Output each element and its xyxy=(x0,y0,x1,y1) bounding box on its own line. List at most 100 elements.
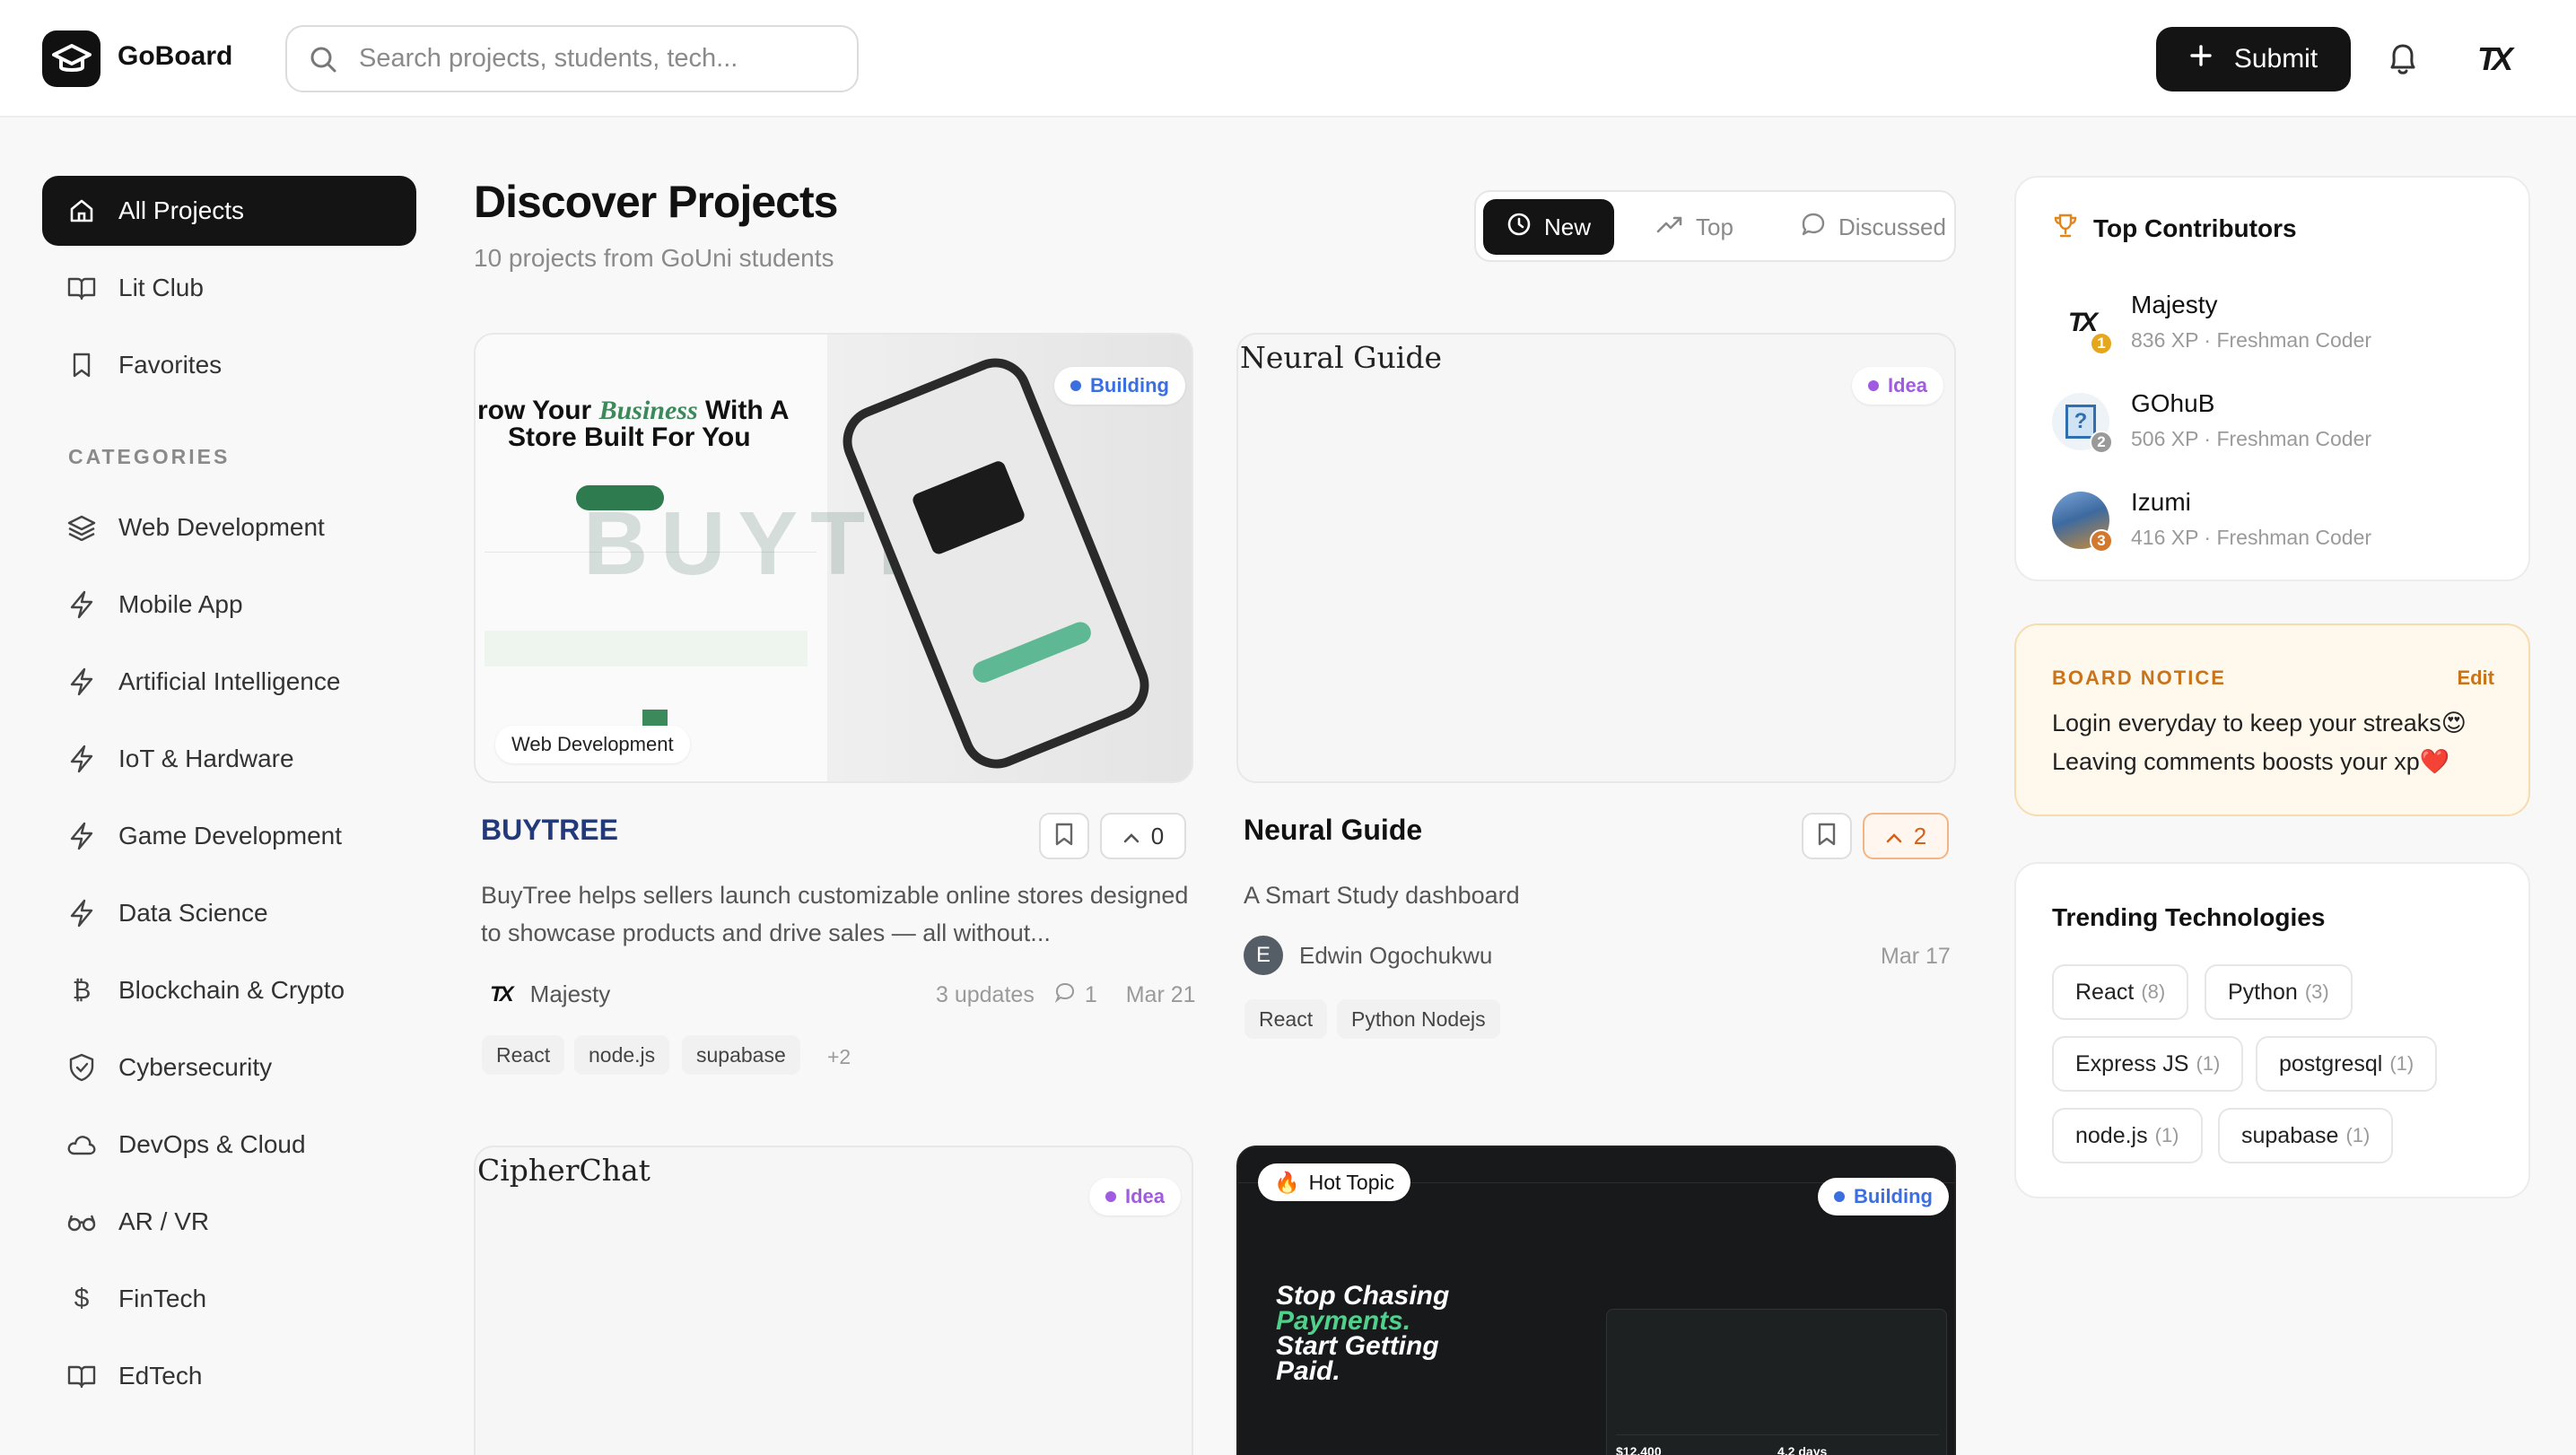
tab-top[interactable]: Top xyxy=(1633,199,1757,255)
preview-headline: row Your Business With A xyxy=(477,396,790,426)
notice-heading: BOARD NOTICE xyxy=(2052,667,2226,689)
submit-button[interactable]: Submit xyxy=(2156,27,2351,91)
tab-label: Discussed xyxy=(1838,213,1946,240)
cloud-icon xyxy=(66,1129,97,1160)
category-data-science[interactable]: Data Science xyxy=(42,878,416,948)
tech-tag[interactable]: React xyxy=(482,1035,565,1075)
contributor-row[interactable]: 3 Izumi 416 XP · Freshman Coder xyxy=(2052,488,2501,560)
top-contributors-panel: Top Contributors TX 1 Majesty 836 XP · F… xyxy=(2014,176,2530,581)
search-box[interactable] xyxy=(285,25,859,92)
category-mobile-app[interactable]: Mobile App xyxy=(42,570,416,640)
category-label: Data Science xyxy=(118,899,268,927)
upvote-button[interactable]: 0 xyxy=(1100,813,1186,859)
hot-topic-badge: 🔥 Hot Topic xyxy=(1258,1163,1411,1201)
submit-label: Submit xyxy=(2233,44,2318,74)
category-label: Game Development xyxy=(118,822,343,849)
tab-discussed[interactable]: Discussed xyxy=(1777,199,1969,255)
category-cybersecurity[interactable]: Cybersecurity xyxy=(42,1032,416,1102)
search-input[interactable] xyxy=(359,44,843,74)
project-title[interactable]: BUYTREE xyxy=(481,814,618,847)
neural-guide-preview-image[interactable]: Neural Guide Idea xyxy=(1236,333,1956,783)
category-label: EdTech xyxy=(118,1362,203,1390)
category-blockchain-crypto[interactable]: ₿ Blockchain & Crypto xyxy=(42,955,416,1025)
category-fintech[interactable]: $ FinTech xyxy=(42,1264,416,1334)
upvote-button[interactable]: 2 xyxy=(1863,813,1949,859)
tech-count: (8) xyxy=(2141,980,2166,1003)
contributor-row[interactable]: ? 2 GOhuB 506 XP · Freshman Coder xyxy=(2052,389,2501,461)
category-chip[interactable]: Web Development xyxy=(495,726,690,763)
category-web-development[interactable]: Web Development xyxy=(42,492,416,562)
preview-row xyxy=(485,631,808,667)
trending-tech-tag[interactable]: Express JS (1) xyxy=(2052,1036,2244,1092)
author-row[interactable]: TX Majesty xyxy=(490,980,610,1008)
notice-line: Leaving comments boosts your xp❤️ xyxy=(2052,748,2450,775)
contributors-title: Top Contributors xyxy=(2093,213,2297,242)
tech-count: (1) xyxy=(2345,1124,2371,1146)
category-label: Mobile App xyxy=(118,590,243,618)
trending-title: Trending Technologies xyxy=(2052,903,2326,931)
notice-edit-link[interactable]: Edit xyxy=(2457,667,2494,690)
author-name: Edwin Ogochukwu xyxy=(1299,941,1493,969)
logo-icon[interactable] xyxy=(42,30,100,87)
book-icon xyxy=(66,1361,97,1391)
status-text: Idea xyxy=(1888,374,1928,396)
category-edtech[interactable]: EdTech xyxy=(42,1341,416,1411)
bolt-icon xyxy=(66,589,97,620)
bell-icon[interactable] xyxy=(2383,39,2423,79)
sidebar-item-all-projects[interactable]: All Projects xyxy=(42,176,416,246)
categories-heading: CATEGORIES xyxy=(68,445,231,468)
cipherchat-preview-image[interactable]: CipherChat Idea xyxy=(474,1146,1193,1455)
tech-name: Express JS xyxy=(2075,1050,2189,1076)
tech-count: (1) xyxy=(2196,1052,2221,1075)
trending-tech-tag[interactable]: supabase (1) xyxy=(2218,1108,2394,1163)
payments-preview-image[interactable]: Stop Chasing Payments. Start Getting Pai… xyxy=(1236,1146,1956,1455)
status-badge: Idea xyxy=(1089,1178,1182,1215)
trending-tech-tag[interactable]: node.js (1) xyxy=(2052,1108,2203,1163)
chevron-up-icon xyxy=(1122,823,1140,850)
category-devops-cloud[interactable]: DevOps & Cloud xyxy=(42,1110,416,1180)
author-row[interactable]: E Edwin Ogochukwu xyxy=(1244,936,1492,975)
category-artificial-intelligence[interactable]: Artificial Intelligence xyxy=(42,647,416,717)
preview-stat: $12,400 xyxy=(1616,1444,1662,1455)
tech-count: (3) xyxy=(2304,980,2329,1003)
bookmark-button[interactable] xyxy=(1039,813,1089,859)
user-avatar[interactable]: TX xyxy=(2473,39,2513,79)
layers-icon xyxy=(66,512,97,543)
sort-tabs: New Top Discussed xyxy=(1474,190,1956,262)
page-title: Discover Projects xyxy=(474,177,838,227)
category-label: Web Development xyxy=(118,513,325,541)
more-tags[interactable]: +2 xyxy=(827,1045,851,1069)
category-game-development[interactable]: Game Development xyxy=(42,801,416,871)
contributor-name: GOhuB xyxy=(2131,389,2215,417)
tab-new[interactable]: New xyxy=(1483,199,1615,255)
bookmark-button[interactable] xyxy=(1802,813,1852,859)
contributor-row[interactable]: TX 1 Majesty 836 XP · Freshman Coder xyxy=(2052,291,2501,362)
trending-tech-tag[interactable]: Python (3) xyxy=(2205,964,2353,1020)
trending-tech-tag[interactable]: postgresql (1) xyxy=(2256,1036,2438,1092)
sidebar-item-favorites[interactable]: Favorites xyxy=(42,330,416,400)
rank-badge: 1 xyxy=(2090,332,2113,355)
tech-tag[interactable]: supabase xyxy=(682,1035,800,1075)
project-title[interactable]: Neural Guide xyxy=(1244,814,1422,847)
category-label: IoT & Hardware xyxy=(118,745,294,772)
sidebar-item-lit-club[interactable]: Lit Club xyxy=(42,253,416,323)
sidebar-item-label: All Projects xyxy=(118,196,245,224)
tech-tag[interactable]: node.js xyxy=(574,1035,670,1075)
category-iot-hardware[interactable]: IoT & Hardware xyxy=(42,724,416,794)
brand-name[interactable]: GoBoard xyxy=(118,41,232,72)
trending-tech-tag[interactable]: React (8) xyxy=(2052,964,2189,1020)
phone-product xyxy=(911,458,1026,556)
bookmark-icon xyxy=(66,350,97,380)
chat-icon xyxy=(1801,212,1826,243)
author-name: Majesty xyxy=(529,980,611,1007)
glasses-icon xyxy=(66,1207,97,1237)
category-label: AR / VR xyxy=(118,1207,210,1235)
preview-headline-end: With A xyxy=(705,396,790,425)
category-ar-vr[interactable]: AR / VR xyxy=(42,1187,416,1257)
hero-line-accent: Payments. xyxy=(1276,1306,1411,1336)
tech-tag[interactable]: Python Nodejs xyxy=(1337,999,1500,1039)
tech-name: Python xyxy=(2228,979,2298,1005)
tech-tag[interactable]: React xyxy=(1244,999,1328,1039)
buytree-preview-image[interactable]: row Your Business With A Store Built For… xyxy=(474,333,1193,783)
dollar-icon: $ xyxy=(74,1284,90,1313)
